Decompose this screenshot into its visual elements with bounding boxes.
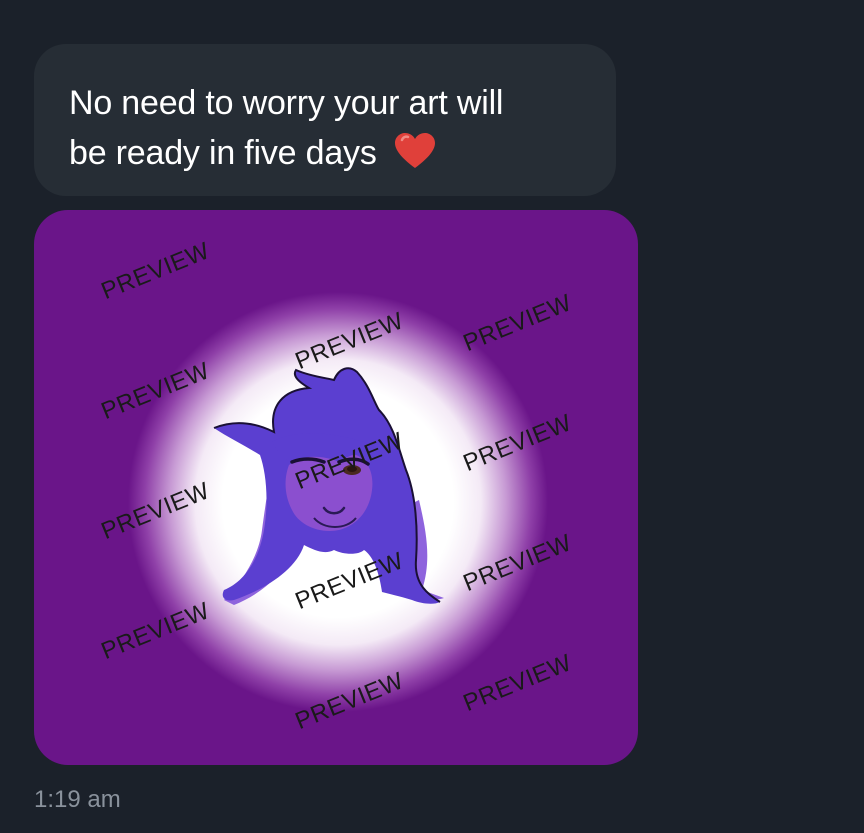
message-bubble[interactable]: No need to worry your art will be ready …: [34, 44, 616, 196]
message-timestamp: 1:19 am: [34, 786, 121, 813]
message-text-line-2: be ready in five days: [69, 128, 582, 184]
heart-icon: [394, 132, 436, 184]
attached-image[interactable]: PREVIEW PREVIEW PREVIEW PREVIEW PREVIEW …: [34, 210, 638, 765]
message-text-line-1: No need to worry your art will: [69, 84, 504, 122]
message-text-line-2-text: be ready in five days: [69, 134, 377, 172]
